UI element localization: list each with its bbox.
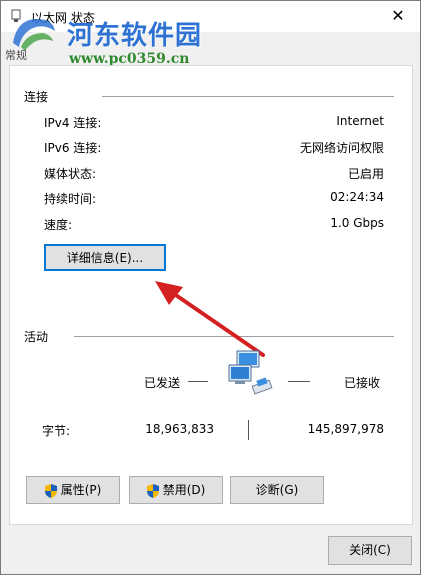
- diagnose-button[interactable]: 诊断(G): [230, 476, 324, 504]
- duration-label: 持续时间:: [44, 192, 97, 206]
- details-button[interactable]: 详细信息(E)...: [44, 244, 166, 271]
- ipv6-value: 无网络访问权限: [299, 141, 384, 155]
- media-state-label: 媒体状态:: [44, 167, 97, 181]
- ipv4-label: IPv4 连接:: [44, 116, 102, 130]
- sent-dash: [188, 381, 208, 382]
- bytes-label: 字节:: [42, 424, 71, 438]
- watermark: 河东软件园 www.pc0359.cn 常规: [1, 7, 231, 67]
- close-window-button[interactable]: ✕: [376, 1, 420, 31]
- received-label: 已接收: [344, 376, 381, 390]
- media-state-value: 已启用: [347, 167, 384, 181]
- bytes-sent-value: 18,963,833: [145, 422, 214, 436]
- watermark-site-name: 河东软件园: [67, 21, 203, 51]
- close-button[interactable]: 关闭(C): [328, 536, 412, 565]
- uac-shield-icon: [146, 483, 159, 498]
- network-activity-icon: [228, 350, 273, 395]
- disable-label: 禁用(D): [162, 483, 206, 497]
- received-dash: [288, 381, 310, 382]
- tab-general[interactable]: 常规: [5, 47, 27, 63]
- bytes-divider: [248, 420, 249, 440]
- disable-button[interactable]: 禁用(D): [129, 476, 223, 504]
- speed-value: 1.0 Gbps: [330, 216, 384, 230]
- uac-shield-icon: [44, 483, 57, 498]
- properties-label: 属性(P): [60, 483, 102, 497]
- bytes-received-value: 145,897,978: [307, 422, 384, 436]
- sent-label: 已发送: [144, 376, 181, 390]
- duration-value: 02:24:34: [330, 190, 384, 204]
- connection-group-label: 连接: [24, 90, 49, 104]
- ipv6-label: IPv6 连接:: [44, 141, 102, 155]
- speed-label: 速度:: [44, 218, 73, 232]
- activity-group-label: 活动: [24, 330, 49, 344]
- annotation-arrow-icon: [155, 281, 265, 357]
- ipv4-value: Internet: [336, 114, 384, 128]
- connection-group-divider: [102, 96, 394, 97]
- ethernet-status-window: 以太网 状态 ✕ 河东软件园 www.pc0359.cn 常规 连接 IPv4 …: [0, 0, 421, 575]
- properties-button[interactable]: 属性(P): [26, 476, 120, 504]
